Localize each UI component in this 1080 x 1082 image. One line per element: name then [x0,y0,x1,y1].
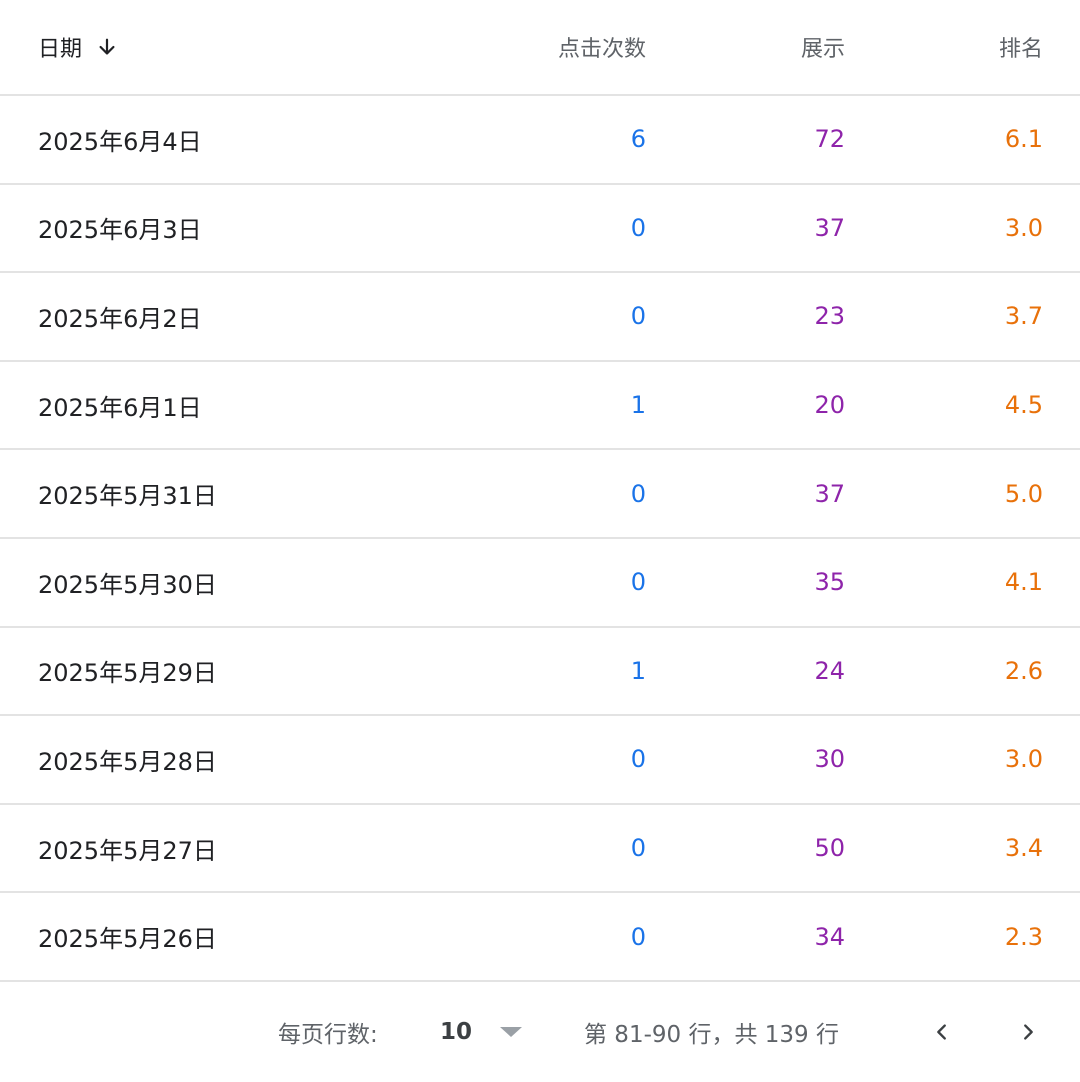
cell-position: 5.0 [1004,479,1043,508]
cell-date: 2025年5月28日 [38,747,217,776]
cell-position: 3.4 [1004,834,1043,863]
table-row[interactable]: 2025年6月3日 0 37 3.0 [0,185,1080,274]
cell-impressions: 72 [814,125,845,154]
column-header-position[interactable]: 排名 [999,0,1043,94]
cell-clicks: 1 [630,656,646,685]
performance-table: 日期 点击次数 展示 排名 2025年6月4日 6 72 6.1 2025年6月3日 0 3… [0,0,1080,982]
pagination-footer: 每页行数: 10 第 81-90 行，共 139 行 [0,982,1080,1082]
cell-clicks: 0 [630,834,646,863]
cell-clicks: 0 [630,922,646,951]
cell-date: 2025年6月4日 [38,127,202,156]
cell-date: 2025年5月31日 [38,482,217,511]
cell-date: 2025年6月2日 [38,304,202,333]
cell-date: 2025年6月3日 [38,216,202,245]
cell-date: 2025年5月29日 [38,659,217,688]
pagination-range-label: 第 81-90 行，共 139 行 [584,1021,839,1048]
table-row[interactable]: 2025年5月27日 0 50 3.4 [0,805,1080,894]
cell-impressions: 37 [814,213,845,242]
cell-position: 4.5 [1004,391,1043,420]
next-page-button[interactable] [1008,982,1048,1082]
cell-position: 4.1 [1004,568,1043,597]
cell-position: 3.0 [1004,745,1043,774]
cell-impressions: 35 [814,568,845,597]
table-row[interactable]: 2025年5月29日 1 24 2.6 [0,628,1080,717]
cell-impressions: 24 [814,656,845,685]
cell-impressions: 23 [814,302,845,331]
arrow-down-icon [99,38,115,55]
cell-position: 2.3 [1004,922,1043,951]
cell-clicks: 0 [630,479,646,508]
cell-clicks: 0 [630,568,646,597]
column-header-impressions[interactable]: 展示 [801,0,845,94]
dropdown-arrow-icon [500,1026,523,1037]
table-row[interactable]: 2025年5月30日 0 35 4.1 [0,539,1080,628]
table-row[interactable]: 2025年5月31日 0 37 5.0 [0,450,1080,539]
table-header: 日期 点击次数 展示 排名 [0,0,1080,96]
rows-per-page-select[interactable]: 10 [440,982,523,1082]
cell-impressions: 20 [814,391,845,420]
chevron-right-icon [1024,1024,1033,1040]
cell-position: 3.7 [1004,302,1043,331]
cell-impressions: 30 [814,745,845,774]
table-body: 2025年6月4日 6 72 6.1 2025年6月3日 0 37 3.0 2025年6月2日 0… [0,96,1080,982]
cell-date: 2025年5月26日 [38,925,217,954]
cell-date: 2025年6月1日 [38,393,202,422]
column-header-date[interactable]: 日期 [38,0,118,94]
cell-position: 3.0 [1004,213,1043,242]
table-row[interactable]: 2025年6月1日 1 20 4.5 [0,362,1080,451]
cell-impressions: 34 [814,922,845,951]
cell-position: 6.1 [1004,125,1043,154]
cell-impressions: 37 [814,479,845,508]
table-row[interactable]: 2025年6月4日 6 72 6.1 [0,96,1080,185]
cell-impressions: 50 [814,834,845,863]
cell-position: 2.6 [1004,656,1043,685]
table-row[interactable]: 2025年5月26日 0 34 2.3 [0,893,1080,982]
chevron-left-icon [937,1024,946,1040]
cell-clicks: 0 [630,745,646,774]
cell-clicks: 0 [630,213,646,242]
cell-clicks: 6 [630,125,646,154]
rows-per-page-label: 每页行数: [278,1021,378,1048]
cell-date: 2025年5月27日 [38,836,217,865]
cell-clicks: 0 [630,302,646,331]
previous-page-button[interactable] [922,982,962,1082]
table-row[interactable]: 2025年5月28日 0 30 3.0 [0,716,1080,805]
rows-per-page-value: 10 [440,1018,473,1045]
cell-date: 2025年5月30日 [38,570,217,599]
cell-clicks: 1 [630,391,646,420]
table-row[interactable]: 2025年6月2日 0 23 3.7 [0,273,1080,362]
column-header-clicks[interactable]: 点击次数 [558,0,646,94]
column-header-date-label: 日期 [38,37,83,62]
